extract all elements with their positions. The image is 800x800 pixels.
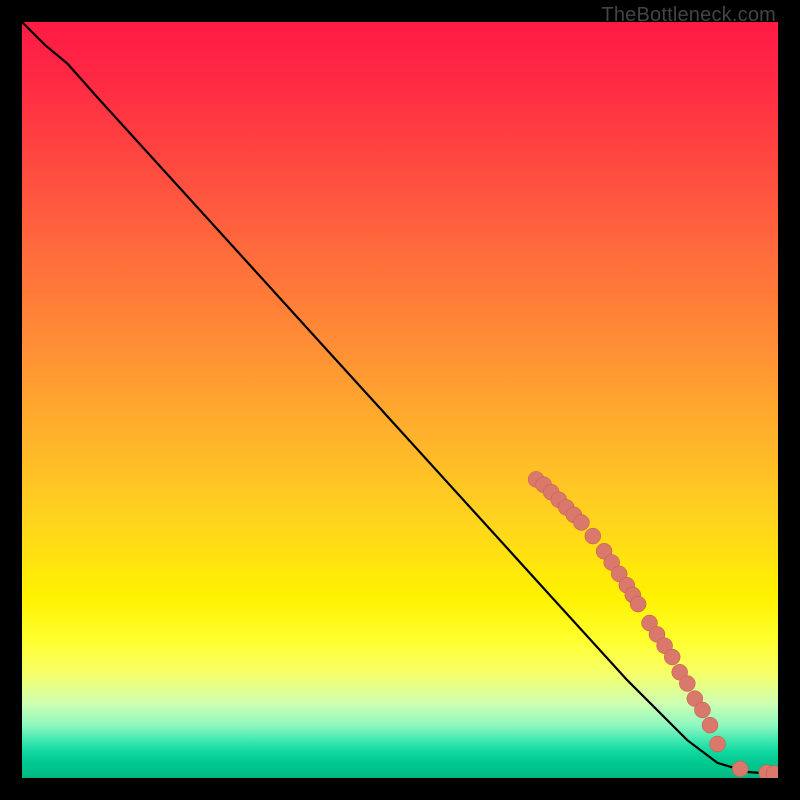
scatter-point xyxy=(679,676,695,692)
scatter-point xyxy=(732,761,748,777)
scatter-point xyxy=(710,736,726,752)
scatter-point xyxy=(694,702,710,718)
scatter-points-group xyxy=(528,471,778,778)
scatter-point xyxy=(702,717,718,733)
scatter-point xyxy=(630,596,646,612)
watermark-text: TheBottleneck.com xyxy=(601,4,776,27)
scatter-point xyxy=(573,515,589,531)
chart-overlay xyxy=(22,22,778,778)
scatter-point xyxy=(664,649,680,665)
bottleneck-curve xyxy=(22,22,778,774)
scatter-point xyxy=(585,528,601,544)
plot-area xyxy=(22,22,778,778)
